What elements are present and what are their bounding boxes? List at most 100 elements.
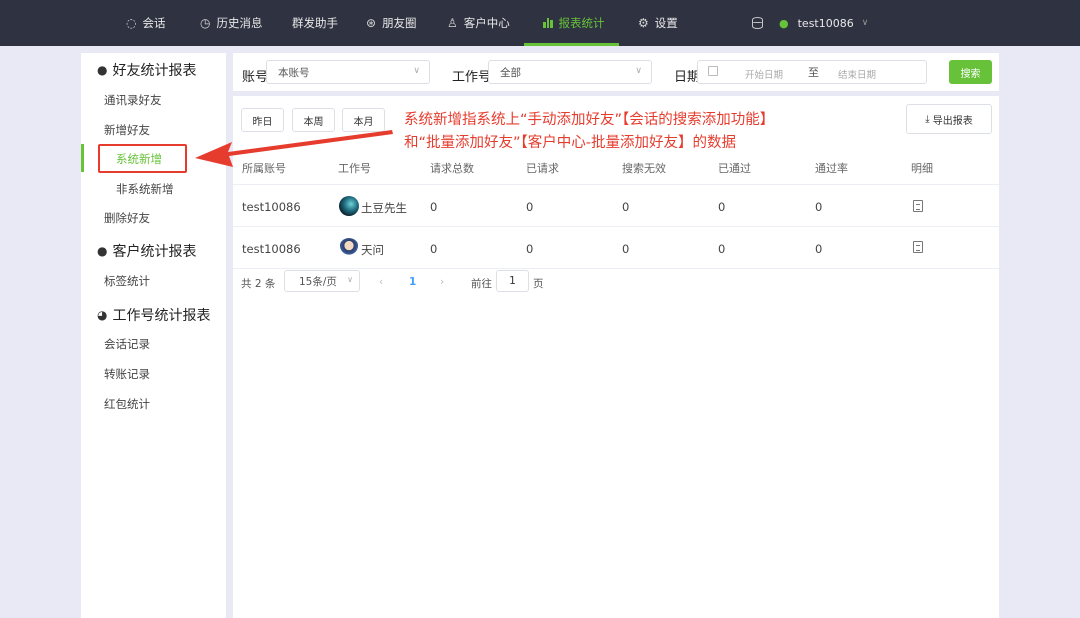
- document-icon[interactable]: [913, 200, 923, 212]
- nav-moments[interactable]: ⊛ 朋友圈: [366, 0, 417, 46]
- sidebar-group-friends[interactable]: ● 好友统计报表: [97, 60, 196, 80]
- top-nav-bar: ◌ 会话 ◷ 历史消息 群发助手 ⊛ 朋友圈 ♙ 客户中心 报表统计 ⚙ 设置 …: [0, 0, 1080, 46]
- date-range-picker[interactable]: 开始日期 至 结束日期: [697, 60, 927, 84]
- prev-page-icon[interactable]: ‹: [379, 276, 383, 288]
- date-separator: 至: [808, 66, 819, 79]
- table-divider: [233, 268, 999, 269]
- nav-active-indicator: [524, 43, 619, 46]
- workno-label: 工作号: [452, 70, 492, 85]
- calendar-icon: [708, 66, 718, 76]
- username: test10086: [797, 16, 854, 30]
- user-icon: ●: [97, 244, 108, 258]
- page-size-select[interactable]: 15条/页 ∨: [284, 270, 360, 292]
- date-start-input[interactable]: 开始日期: [745, 67, 783, 81]
- cell-account: test10086: [242, 242, 301, 256]
- document-icon[interactable]: [913, 241, 923, 253]
- nav-chat[interactable]: ◌ 会话: [126, 0, 165, 46]
- avatar: [339, 196, 359, 216]
- sidebar-active-indicator: [81, 144, 84, 172]
- column-header-rate: 通过率: [815, 162, 848, 175]
- bar-chart-icon: [543, 18, 553, 28]
- cell-rate: 0: [815, 200, 823, 214]
- clock-icon: ◷: [200, 16, 211, 30]
- column-header-requested: 已请求: [526, 162, 559, 175]
- report-panel: 昨日 本周 本月 ⤓ 导出报表 系统新增指系统上“手动添加好友”【会话的搜索添加…: [233, 96, 999, 618]
- cell-requested: 0: [526, 242, 534, 256]
- goto-page-input[interactable]: 1: [496, 270, 529, 292]
- nav-history[interactable]: ◷ 历史消息: [200, 0, 262, 46]
- nav-settings-label: 设置: [654, 16, 678, 30]
- filter-bar: 账号 本账号 ∨ 工作号 全部 ∨ 日期 开始日期 至 结束日期 搜索: [233, 53, 999, 91]
- annotation-highlight-box: [98, 144, 187, 173]
- gear-icon: ⚙: [638, 16, 649, 30]
- cell-account: test10086: [242, 200, 301, 214]
- yesterday-button[interactable]: 昨日: [241, 108, 284, 132]
- cell-workno: 土豆先生: [361, 201, 407, 215]
- search-button[interactable]: 搜索: [949, 60, 992, 84]
- table-divider: [233, 184, 999, 185]
- page-size-value: 15条/页: [299, 275, 337, 288]
- sidebar-item-tags[interactable]: 标签统计: [104, 273, 150, 289]
- goto-label: 前往: [471, 278, 492, 290]
- user-icon: ●: [779, 16, 789, 30]
- chevron-down-icon: ∨: [413, 66, 420, 76]
- cell-passed: 0: [718, 242, 726, 256]
- cell-requested: 0: [526, 200, 534, 214]
- chevron-down-icon: ∨: [635, 66, 642, 76]
- column-header-invalid: 搜索无效: [622, 162, 666, 175]
- this-week-button[interactable]: 本周: [292, 108, 335, 132]
- workno-select-value: 全部: [500, 66, 521, 79]
- nav-settings[interactable]: ⚙ 设置: [638, 0, 678, 46]
- this-month-button[interactable]: 本月: [342, 108, 385, 132]
- sidebar-item-non-system-added[interactable]: 非系统新增: [116, 181, 174, 197]
- sidebar-group-label: 工作号统计报表: [112, 308, 211, 324]
- account-select[interactable]: 本账号 ∨: [266, 60, 430, 84]
- cell-total: 0: [430, 200, 438, 214]
- annotation-line-1: 系统新增指系统上“手动添加好友”【会话的搜索添加功能】: [404, 112, 775, 128]
- sidebar-item-deleted-friends[interactable]: 删除好友: [104, 210, 150, 226]
- sidebar-group-label: 客户统计报表: [112, 244, 197, 260]
- nav-customer-center[interactable]: ♙ 客户中心: [447, 0, 510, 46]
- sidebar-item-contacts[interactable]: 通讯录好友: [104, 92, 162, 108]
- nav-customer-center-label: 客户中心: [463, 16, 510, 30]
- nav-mass-send-label: 群发助手: [292, 16, 338, 30]
- aperture-icon: ⊛: [366, 16, 377, 30]
- sidebar-group-workno[interactable]: ◕ 工作号统计报表: [97, 305, 210, 325]
- sidebar-item-new-friends[interactable]: 新增好友: [104, 122, 150, 138]
- page-number-current[interactable]: 1: [409, 276, 416, 288]
- nav-reports[interactable]: 报表统计: [543, 0, 605, 46]
- cell-total: 0: [430, 242, 438, 256]
- user-icon: ♙: [447, 16, 458, 30]
- column-header-detail: 明细: [911, 162, 933, 175]
- date-end-input[interactable]: 结束日期: [838, 67, 876, 81]
- next-page-icon[interactable]: ›: [440, 276, 444, 288]
- table-divider: [233, 226, 999, 227]
- sidebar-group-customers[interactable]: ● 客户统计报表: [97, 241, 196, 261]
- user-icon: ●: [97, 63, 108, 77]
- chevron-down-icon: ∨: [861, 18, 869, 28]
- column-header-workno: 工作号: [338, 162, 371, 175]
- nav-mass-send[interactable]: 群发助手: [292, 0, 338, 46]
- cell-passed: 0: [718, 200, 726, 214]
- nav-history-label: 历史消息: [216, 16, 263, 30]
- account-label: 账号: [242, 70, 269, 85]
- chevron-down-icon: ∨: [347, 275, 353, 284]
- avatar: [339, 238, 359, 258]
- workno-select[interactable]: 全部 ∨: [488, 60, 652, 84]
- cell-rate: 0: [815, 242, 823, 256]
- sidebar-item-transfer-records[interactable]: 转账记录: [104, 366, 150, 382]
- export-report-button[interactable]: ⤓ 导出报表: [906, 104, 992, 134]
- nav-chat-label: 会话: [142, 16, 166, 30]
- column-header-total: 请求总数: [430, 162, 474, 175]
- database-icon: [752, 17, 763, 29]
- wechat-icon: ◕: [97, 308, 108, 322]
- cell-invalid: 0: [622, 200, 630, 214]
- sidebar: ● 好友统计报表 通讯录好友 新增好友 系统新增 非系统新增 删除好友 ● 客户…: [81, 53, 226, 618]
- account-select-value: 本账号: [278, 66, 310, 79]
- chat-icon: ◌: [126, 16, 137, 30]
- user-menu[interactable]: ● test10086 ∨: [752, 0, 868, 46]
- sidebar-item-red-packets[interactable]: 红包统计: [104, 396, 150, 412]
- export-report-label: 导出报表: [932, 115, 973, 127]
- sidebar-item-chat-records[interactable]: 会话记录: [104, 336, 150, 352]
- column-header-account: 所属账号: [242, 162, 286, 175]
